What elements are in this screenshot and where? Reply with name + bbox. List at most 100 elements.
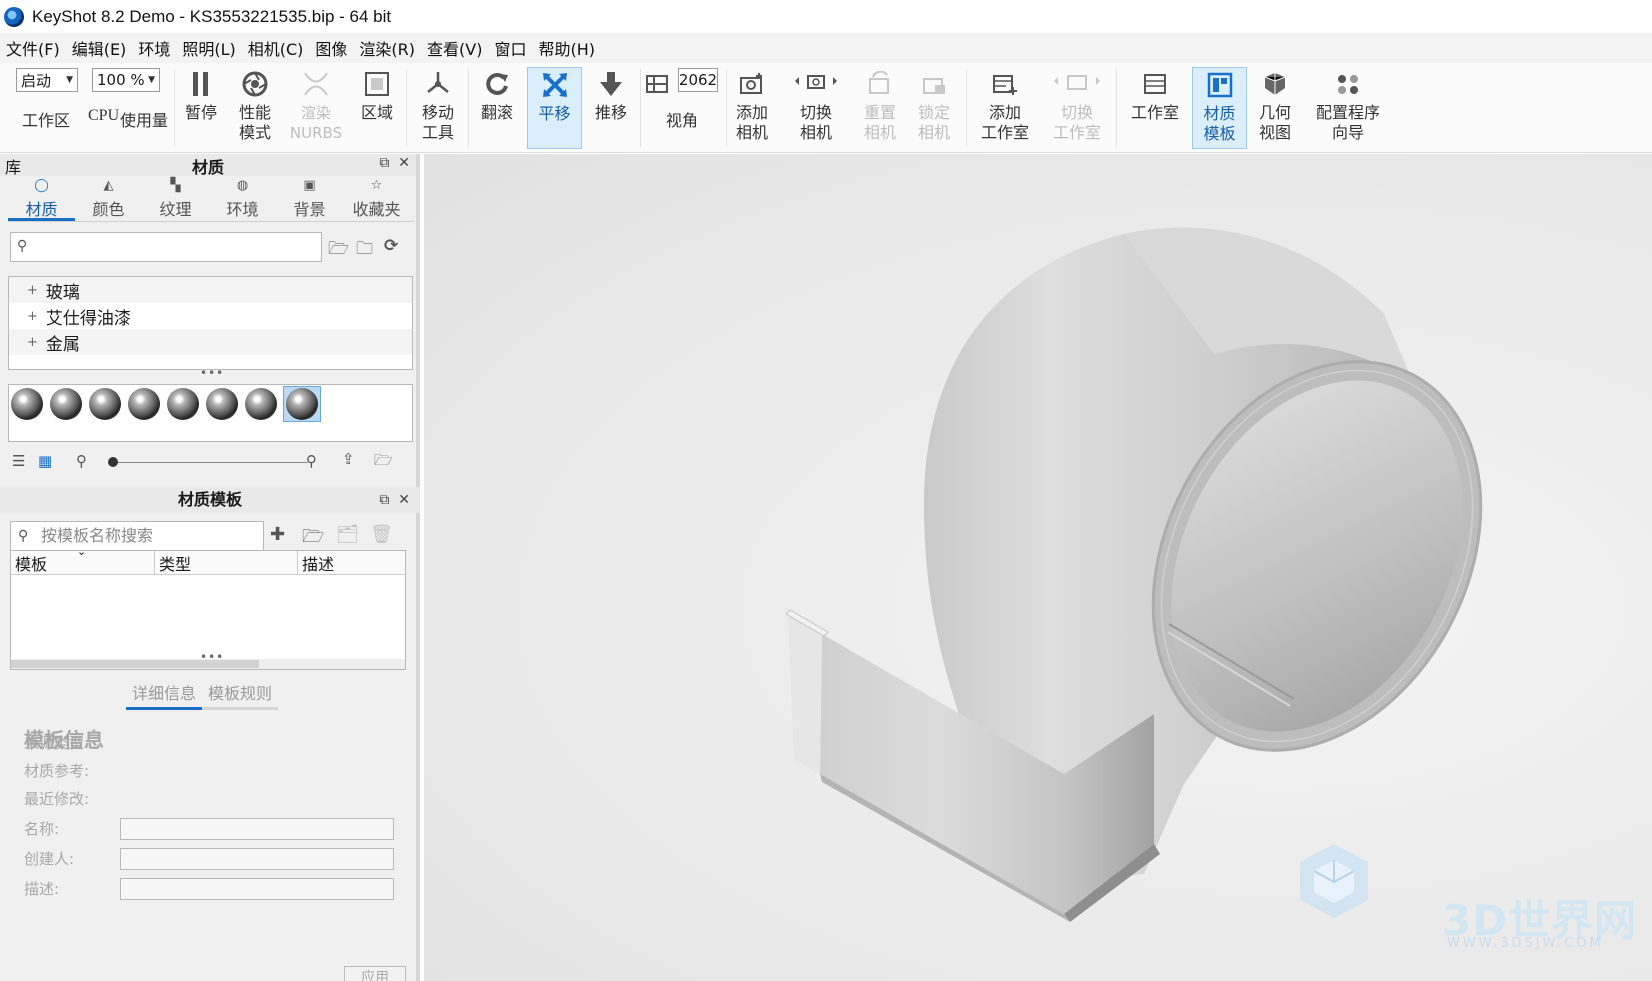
menu-environment[interactable]: 环境 <box>138 36 170 60</box>
cpu-usage-select[interactable]: 100 % ▼ <box>92 68 160 92</box>
material-thumbnail[interactable] <box>167 387 199 421</box>
tab-colors[interactable]: ◭ 颜色 <box>75 176 142 221</box>
lock-camera-button[interactable]: 锁定 相机 <box>914 67 954 149</box>
splitter-handle[interactable]: ••• <box>200 366 224 380</box>
material-thumbnails <box>8 384 413 442</box>
search-icon: ⚲ <box>17 238 28 254</box>
float-panel-icon[interactable]: ⧉ <box>379 155 389 171</box>
menu-edit[interactable]: 编辑(E) <box>72 36 127 60</box>
library-panel-header: 库 材质 ⧉ ✕ <box>0 154 416 177</box>
dropdown-arrow-icon: ▼ <box>148 75 155 85</box>
close-panel-icon[interactable]: ✕ <box>398 492 410 508</box>
expand-icon[interactable]: + <box>27 309 38 324</box>
zoom-slider-handle[interactable] <box>108 457 118 467</box>
material-thumbnail[interactable] <box>206 387 238 421</box>
import-folder-icon[interactable]: 🗁 <box>328 236 349 265</box>
material-thumbnail[interactable] <box>89 387 121 421</box>
tab-backplates[interactable]: ▣ 背景 <box>276 176 343 221</box>
splitter-handle[interactable]: ••• <box>200 650 224 664</box>
column-type[interactable]: 类型 <box>155 551 298 575</box>
close-panel-icon[interactable]: ✕ <box>398 155 410 171</box>
tab-favorites[interactable]: ☆ 收藏夹 <box>343 176 410 221</box>
material-template-button[interactable]: 材质 模板 <box>1192 67 1247 149</box>
zoom-out-icon[interactable]: ⚲ <box>76 452 87 470</box>
zoom-in-icon[interactable]: ⚲ <box>306 452 317 470</box>
menu-view[interactable]: 查看(V) <box>427 36 482 60</box>
expand-icon[interactable]: + <box>27 283 38 298</box>
add-studio-icon <box>993 75 1017 95</box>
material-template-icon <box>1207 72 1232 98</box>
pan-button[interactable]: 平移 <box>527 67 582 149</box>
add-camera-button[interactable]: 添加 相机 <box>732 67 772 149</box>
description-field[interactable] <box>120 878 394 900</box>
save-template-icon[interactable]: 🗂 <box>336 524 359 545</box>
region-icon <box>365 72 389 96</box>
pause-icon <box>193 72 208 96</box>
delete-icon[interactable]: 🗑 <box>370 524 393 545</box>
grid-view-icon <box>646 75 668 93</box>
refresh-icon[interactable]: ⟳ <box>384 236 398 256</box>
add-folder-icon[interactable]: 🗀 <box>356 236 373 265</box>
dolly-button[interactable]: 推移 <box>590 67 632 149</box>
zoom-slider[interactable] <box>112 462 308 463</box>
menu-window[interactable]: 窗口 <box>494 36 526 60</box>
switch-studio-button[interactable]: 切换 工作室 <box>1048 67 1106 149</box>
dolly-icon <box>600 72 622 96</box>
menu-image[interactable]: 图像 <box>315 36 347 60</box>
tab-textures[interactable]: ▚ 纹理 <box>142 176 209 221</box>
last-modified-label: 最近修改: <box>24 790 90 808</box>
sheet-metal-model[interactable] <box>424 154 1652 981</box>
tab-details[interactable]: 详细信息 <box>126 680 203 710</box>
menu-help[interactable]: 帮助(H) <box>538 36 595 60</box>
material-thumbnail[interactable] <box>128 387 160 421</box>
menu-file[interactable]: 文件(F) <box>6 36 60 60</box>
template-search-input[interactable]: ⚲ 按模板名称搜索 <box>10 521 264 551</box>
name-field[interactable] <box>120 818 394 840</box>
tree-item-glass[interactable]: + 玻璃 <box>9 277 412 303</box>
add-template-icon[interactable]: ✚ <box>270 524 285 545</box>
workspace-select[interactable]: 启动 ▼ <box>16 68 78 92</box>
apply-button[interactable]: 应用 <box>344 966 406 981</box>
fov-input[interactable]: 2062 <box>678 68 718 92</box>
render-viewport[interactable] <box>424 154 1652 981</box>
grid-view-icon[interactable]: ▦ <box>38 452 52 470</box>
menu-camera[interactable]: 相机(C) <box>248 36 304 60</box>
tab-materials[interactable]: ◯ 材质 <box>8 176 75 221</box>
tab-template-rules[interactable]: 模板规则 <box>202 680 279 710</box>
source-type-label: 来源类型: <box>24 734 90 752</box>
material-thumbnail[interactable] <box>11 387 43 421</box>
menu-lighting[interactable]: 照明(L) <box>182 36 235 60</box>
column-template[interactable]: 模板 ⌄ <box>11 545 155 575</box>
library-search-input[interactable]: ⚲ <box>10 232 322 262</box>
tumble-button[interactable]: 翻滚 <box>476 67 518 149</box>
upload-icon[interactable]: ⇪ <box>342 450 355 468</box>
material-thumbnail[interactable] <box>245 387 277 421</box>
material-thumbnail-selected[interactable] <box>283 386 321 422</box>
add-studio-button[interactable]: 添加 工作室 <box>976 67 1034 149</box>
reset-camera-button[interactable]: 重置 相机 <box>860 67 900 149</box>
tree-item-metal[interactable]: + 金属 <box>9 329 412 355</box>
pause-button[interactable]: 暂停 <box>180 67 222 149</box>
geometry-view-button[interactable]: 几何 视图 <box>1254 67 1296 149</box>
move-tool-button[interactable]: 移动 工具 <box>414 67 462 149</box>
menu-render[interactable]: 渲染(R) <box>359 36 415 60</box>
dropdown-arrow-icon: ▼ <box>66 75 73 85</box>
performance-mode-button[interactable]: 性能 模式 <box>232 67 278 149</box>
studio-button[interactable]: 工作室 <box>1126 67 1184 149</box>
switch-camera-button[interactable]: 切换 相机 <box>786 67 846 149</box>
tab-environments[interactable]: ◍ 环境 <box>209 176 276 221</box>
list-view-icon[interactable]: ☰ <box>12 452 25 470</box>
material-thumbnail[interactable] <box>50 387 82 421</box>
watermark-logo-icon <box>1300 844 1368 918</box>
tree-item-axalta-paint[interactable]: + 艾仕得油漆 <box>9 303 412 329</box>
description-label: 描述: <box>24 880 60 898</box>
background-tab-icon: ▣ <box>303 178 316 193</box>
float-panel-icon[interactable]: ⧉ <box>379 492 389 508</box>
expand-icon[interactable]: + <box>27 335 38 350</box>
region-button[interactable]: 区域 <box>356 67 398 149</box>
creator-field[interactable] <box>120 848 394 870</box>
column-description[interactable]: 描述 <box>298 551 405 575</box>
import-icon[interactable]: 🗁 <box>374 450 393 475</box>
render-nurbs-button[interactable]: 渲染 NURBS <box>290 67 342 149</box>
configurator-wizard-button[interactable]: 配置程序 向导 <box>1310 67 1386 149</box>
